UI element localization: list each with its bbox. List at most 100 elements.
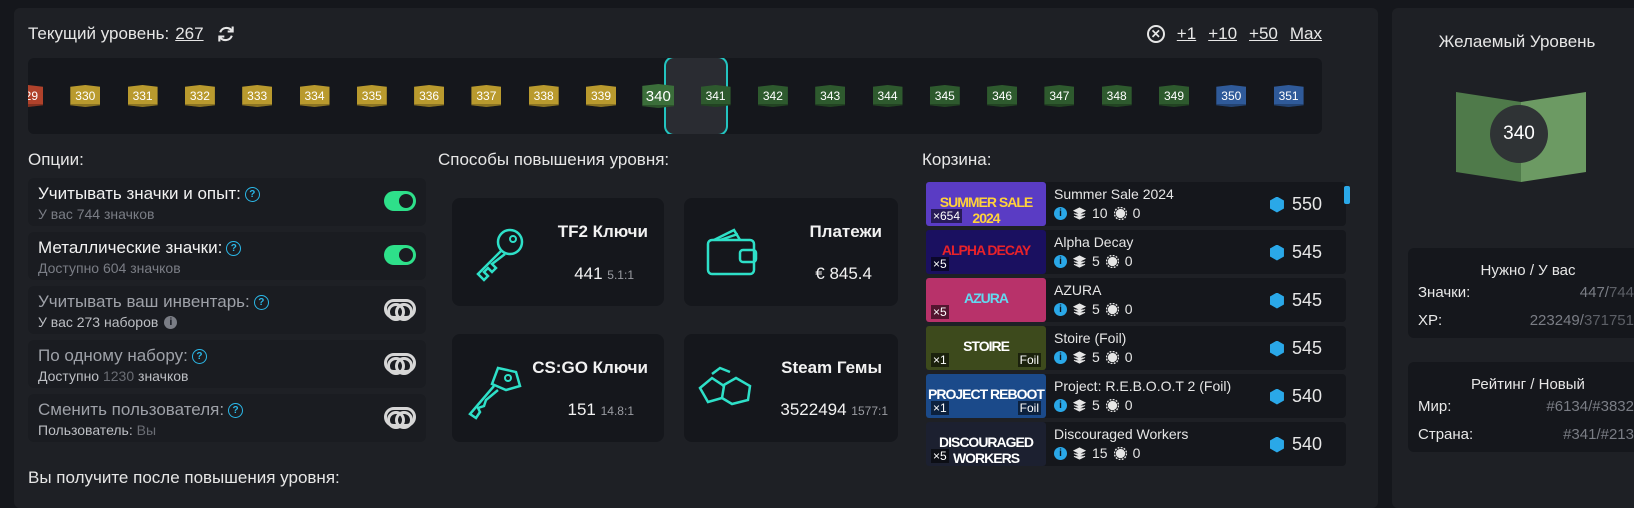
wallet-icon [706,228,758,276]
item-name[interactable]: AZURA [1054,282,1101,298]
level-badge-345[interactable]: 345 [929,85,960,107]
current-level-value[interactable]: 267 [175,24,203,44]
info-icon[interactable]: i [164,315,178,329]
option-sub-b: Вы [136,422,157,438]
toggle-inventory[interactable] [384,299,416,321]
cart-item[interactable]: DISCOURAGED WORKERS ×5 Discouraged Workers… [926,422,1346,466]
level-badge-330[interactable]: 330 [70,85,101,107]
level-badge-strip[interactable]: 329 330 331 332 333 334 335 336 337 338 339 340 341 3… [28,58,1322,134]
cart-item[interactable]: SUMMER SALE 2024 ×654 Summer Sale 2024 i 10 0… [926,182,1346,226]
xp-need: 223249 [1529,312,1580,329]
level-badge-336[interactable]: 336 [414,85,445,107]
level-badge-343[interactable]: 343 [815,85,846,107]
thumbnail-art: ALPHA DECAY [941,242,1031,258]
info-icon[interactable]: i [1054,446,1067,460]
gem-icon [1269,436,1284,453]
item-sets: 15 [1092,445,1108,461]
option-label: Учитывать значки и опыт: [38,184,241,203]
target-level-title: Желаемый Уровень [1438,32,1596,51]
option-sub-c: значков [138,368,189,384]
sets-icon [1073,446,1086,460]
item-name[interactable]: Project: R.E.B.O.O.T 2 (Foil) [1054,378,1231,394]
method-steam-gems[interactable]: Steam Гемы 3522494 1577:1 [684,334,898,442]
increment-10[interactable]: +10 [1208,24,1237,44]
level-badge-350[interactable]: 350 [1216,85,1247,107]
level-increments: ✕ +1 +10 +50 Max [1146,24,1322,44]
level-badge-341[interactable]: 341 [700,85,731,107]
method-payments[interactable]: Платежи € 845.4 [684,198,898,306]
info-icon[interactable]: i [1054,254,1067,268]
help-icon[interactable]: ? [191,348,207,364]
gem-icon [1269,292,1284,309]
after-level-title: Вы получите после повышения уровня: [28,468,340,487]
item-name[interactable]: Discouraged Workers [1054,426,1188,442]
level-badge-337[interactable]: 337 [471,85,502,107]
help-icon[interactable]: ? [228,402,244,418]
level-badge-349[interactable]: 349 [1159,85,1189,107]
help-icon[interactable]: ? [226,240,242,256]
item-name[interactable]: Summer Sale 2024 [1054,186,1174,202]
toggle-metal-badges[interactable] [384,245,416,265]
level-toolbar: Текущий уровень: 267 ✕ +1 +10 +50 Max [28,14,1322,54]
toggle-badges-xp[interactable] [384,191,416,211]
cart-item[interactable]: ALPHA DECAY ×5 Alpha Decay i 5 0 545 [926,230,1346,274]
level-badge-335[interactable]: 335 [356,85,387,107]
gem-icon [1269,340,1284,357]
increment-1[interactable]: +1 [1177,24,1196,44]
info-icon[interactable]: i [1054,398,1067,412]
toggle-change-user[interactable] [384,407,416,429]
level-badge-347[interactable]: 347 [1044,85,1075,107]
level-badge-331[interactable]: 331 [127,85,158,107]
cart-item[interactable]: STOIRE ×1 Foil Stoire (Foil) i 5 0 545 [926,326,1346,370]
gems-ratio: 1577:1 [851,404,888,418]
game-thumbnail: AZURA ×5 [926,278,1046,322]
cart-scrollbar[interactable] [1344,186,1350,204]
thumbnail-art: AZURA [964,290,1009,306]
item-sets: 5 [1092,253,1100,269]
thumbnail-art: PROJECT REBOOT [928,386,1045,402]
item-price: 545 [1269,290,1322,311]
cart-item[interactable]: AZURA ×5 AZURA i 5 0 545 [926,278,1346,322]
item-price: 540 [1269,434,1322,455]
level-badge-351[interactable]: 351 [1273,85,1304,107]
country-new: #213 [1600,426,1634,443]
item-quantity: ×1 [931,401,949,415]
gear-icon [1105,254,1119,268]
item-price-value: 545 [1291,242,1322,262]
method-csgo-keys[interactable]: CS:GO Ключи 151 14.8:1 [452,334,664,442]
level-badge-332[interactable]: 332 [184,85,215,107]
item-gems: 0 [1124,301,1133,317]
refresh-icon[interactable] [216,24,236,44]
level-badge-339[interactable]: 339 [586,85,616,107]
item-sets: 5 [1092,349,1100,365]
level-badge-340[interactable]: 340 [642,84,675,108]
increment-50[interactable]: +50 [1249,24,1278,44]
level-badge-338[interactable]: 338 [528,85,559,107]
toggle-one-set[interactable] [384,353,416,375]
rank-title: Рейтинг / Новый [1471,376,1585,393]
sets-icon [1073,302,1086,316]
level-badge-333[interactable]: 333 [242,85,273,107]
sets-icon [1073,398,1086,412]
item-quantity: ×5 [931,305,949,319]
options-title: Опции: [28,150,84,169]
help-icon[interactable]: ? [253,294,269,310]
level-badge-342[interactable]: 342 [757,85,788,107]
level-badge-334[interactable]: 334 [299,85,330,107]
info-icon[interactable]: i [1054,206,1067,220]
item-name[interactable]: Alpha Decay [1054,234,1133,250]
cart-list[interactable]: SUMMER SALE 2024 ×654 Summer Sale 2024 i 10 0… [922,182,1354,502]
method-tf2-keys[interactable]: TF2 Ключи 441 5.1:1 [452,198,664,306]
level-badge-348[interactable]: 348 [1101,85,1132,107]
info-icon[interactable]: i [1054,302,1067,316]
info-icon[interactable]: i [1054,350,1067,364]
increment-max[interactable]: Max [1290,24,1322,44]
gem-icon [1269,388,1284,405]
level-badge-344[interactable]: 344 [872,85,903,107]
item-name[interactable]: Stoire (Foil) [1054,330,1126,346]
level-badge-346[interactable]: 346 [987,85,1018,107]
cart-item[interactable]: PROJECT REBOOT ×1 Foil Project: R.E.B.O.O.T… [926,374,1346,418]
level-badge-329[interactable]: 329 [28,85,43,107]
help-icon[interactable]: ? [244,186,260,202]
reset-icon[interactable]: ✕ [1146,25,1165,43]
